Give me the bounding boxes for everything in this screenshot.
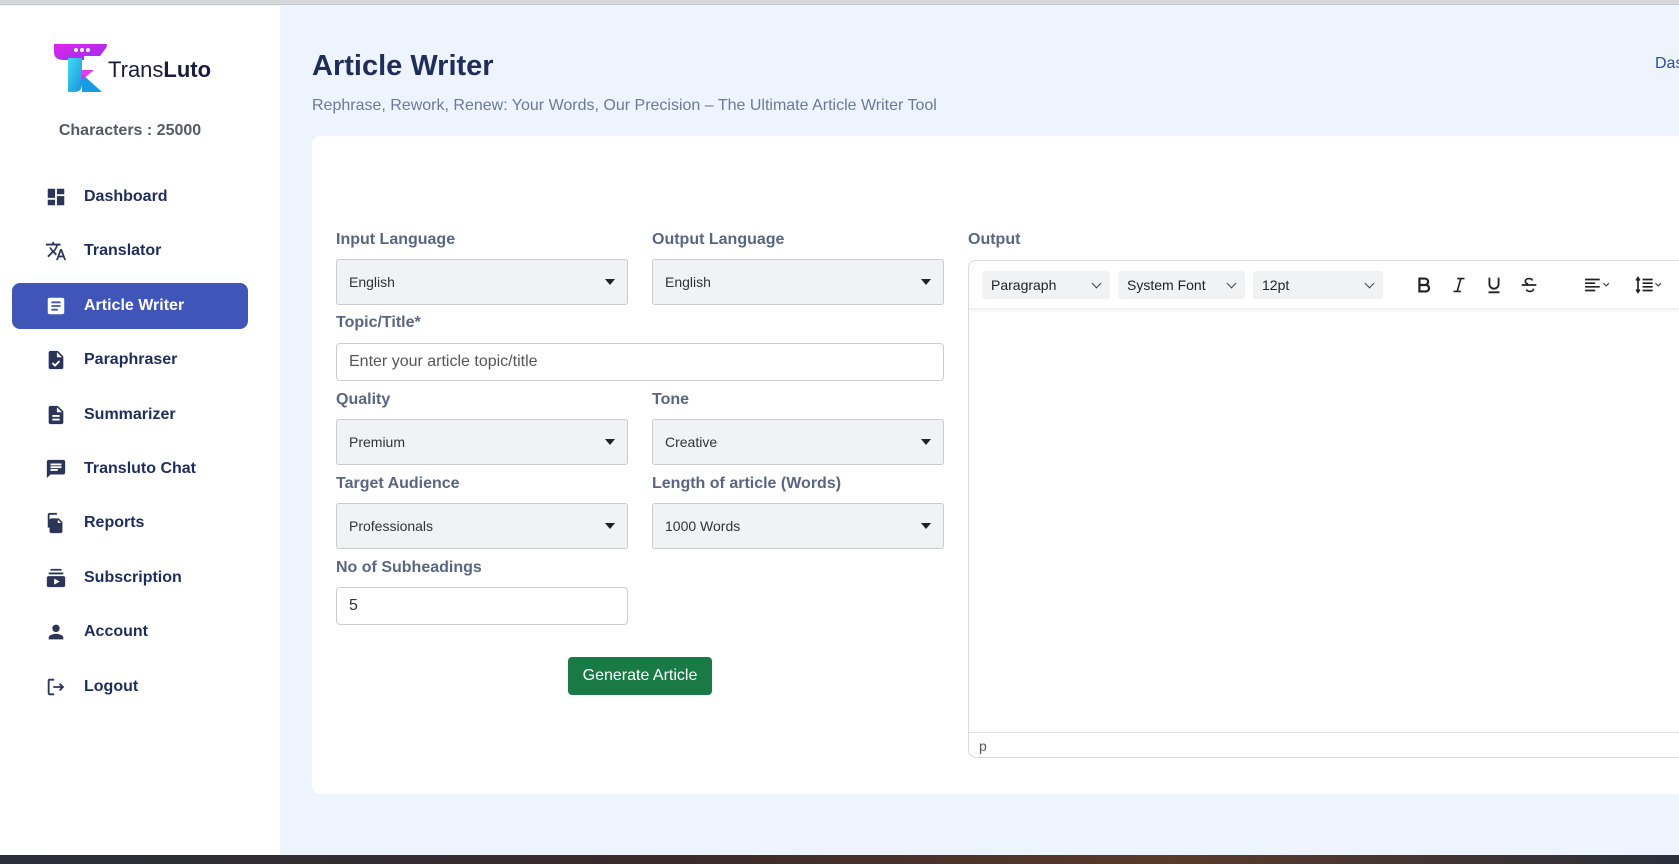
article-length-value: 1000 Words <box>665 518 741 534</box>
font-family-value: System Font <box>1127 277 1206 293</box>
font-size-select[interactable]: 12pt <box>1253 271 1383 299</box>
page-subtitle: Rephrase, Rework, Renew: Your Words, Our… <box>312 97 937 114</box>
caret-down-icon <box>605 279 615 285</box>
italic-button[interactable] <box>1444 271 1474 299</box>
generate-article-button[interactable]: Generate Article <box>568 657 712 695</box>
caret-down-icon <box>605 439 615 445</box>
sidebar-item-label: Translator <box>84 242 162 260</box>
document-check-icon <box>44 348 68 372</box>
align-button[interactable] <box>1577 271 1617 299</box>
quality-label: Quality <box>336 391 391 408</box>
sidebar-item-label: Article Writer <box>84 296 185 314</box>
strikethrough-button[interactable] <box>1514 271 1544 299</box>
sidebar: TransLuto Characters : 25000 Dashboard T… <box>0 6 280 855</box>
document-lines-icon <box>44 403 68 427</box>
font-family-select[interactable]: System Font <box>1118 271 1245 299</box>
window-bottom-edge <box>0 855 1679 864</box>
sidebar-nav: Dashboard Translator Article Writer Para… <box>12 174 248 718</box>
sidebar-item-logout[interactable]: Logout <box>12 664 248 710</box>
sidebar-item-label: Account <box>84 623 148 641</box>
sidebar-item-label: Transluto Chat <box>84 459 197 477</box>
output-editor: Paragraph System Font 12pt p <box>968 260 1679 758</box>
sidebar-item-label: Summarizer <box>84 405 176 423</box>
caret-down-icon <box>921 439 931 445</box>
sidebar-item-subscription[interactable]: Subscription <box>12 555 248 601</box>
chevron-down-icon <box>1091 278 1102 289</box>
output-label: Output <box>968 231 1021 248</box>
tone-label: Tone <box>652 391 690 408</box>
sidebar-item-translator[interactable]: Translator <box>12 228 248 274</box>
logo-mark-icon <box>54 44 107 92</box>
topic-input[interactable] <box>336 343 944 381</box>
caret-down-icon <box>605 523 615 529</box>
logout-icon <box>44 675 68 699</box>
topic-label: Topic/Title* <box>336 314 421 331</box>
output-language-label: Output Language <box>652 231 785 248</box>
block-format-select[interactable]: Paragraph <box>982 271 1110 299</box>
output-language-value: English <box>665 274 711 290</box>
sidebar-item-label: Paraphraser <box>84 351 178 369</box>
sidebar-item-label: Subscription <box>84 568 182 586</box>
chevron-down-icon <box>1226 278 1237 289</box>
editor-content-area[interactable] <box>969 310 1679 732</box>
sidebar-item-account[interactable]: Account <box>12 609 248 655</box>
quality-select[interactable]: Premium <box>336 419 628 465</box>
sidebar-item-label: Dashboard <box>84 188 168 205</box>
article-length-select[interactable]: 1000 Words <box>652 503 944 549</box>
font-size-value: 12pt <box>1262 277 1290 293</box>
quality-value: Premium <box>349 434 406 450</box>
element-path[interactable]: p <box>979 738 987 754</box>
chat-icon <box>44 457 68 481</box>
article-icon <box>44 294 68 318</box>
underline-icon <box>1488 277 1500 294</box>
target-audience-value: Professionals <box>349 518 434 534</box>
app-logo[interactable]: TransLuto <box>50 40 220 100</box>
line-height-icon <box>1635 276 1662 294</box>
page-title: Article Writer <box>312 50 494 82</box>
sidebar-item-paraphraser[interactable]: Paraphraser <box>12 337 248 383</box>
article-length-label: Length of article (Words) <box>652 475 842 492</box>
output-language-select[interactable]: English <box>652 259 944 305</box>
italic-icon <box>1453 277 1465 293</box>
caret-down-icon <box>921 279 931 285</box>
line-height-button[interactable] <box>1629 271 1669 299</box>
translate-icon <box>44 239 68 263</box>
subheadings-label: No of Subheadings <box>336 559 482 576</box>
input-language-value: English <box>349 274 395 290</box>
bold-icon <box>1418 277 1431 293</box>
bold-button[interactable] <box>1409 271 1439 299</box>
editor-statusbar: p <box>969 732 1679 757</box>
input-language-select[interactable]: English <box>336 259 628 305</box>
sidebar-item-dashboard[interactable]: Dashboard <box>12 174 248 220</box>
tone-value: Creative <box>665 434 718 450</box>
tone-select[interactable]: Creative <box>652 419 944 465</box>
underline-button[interactable] <box>1479 271 1509 299</box>
sidebar-item-transluto-chat[interactable]: Transluto Chat <box>12 446 248 492</box>
target-audience-select[interactable]: Professionals <box>336 503 628 549</box>
characters-count: Characters : 25000 <box>58 122 202 139</box>
subheadings-input[interactable] <box>336 587 628 625</box>
user-icon <box>44 620 68 644</box>
logo-text: TransLuto <box>108 57 212 82</box>
block-format-value: Paragraph <box>991 277 1057 293</box>
sidebar-item-label: Reports <box>84 514 145 532</box>
target-audience-label: Target Audience <box>336 475 460 492</box>
sidebar-item-reports[interactable]: Reports <box>12 500 248 546</box>
sidebar-item-article-writer[interactable]: Article Writer <box>12 282 248 329</box>
subscription-icon <box>44 566 68 590</box>
input-language-label: Input Language <box>336 231 456 248</box>
breadcrumb-dashboard-link[interactable]: Dashboard <box>1655 55 1679 73</box>
sidebar-item-label: Logout <box>84 677 139 695</box>
strikethrough-icon <box>1521 277 1537 293</box>
sidebar-item-summarizer[interactable]: Summarizer <box>12 392 248 438</box>
align-left-icon <box>1585 278 1610 292</box>
reports-icon <box>44 511 68 535</box>
window-top-edge <box>0 0 1679 5</box>
dashboard-icon <box>44 185 68 209</box>
chevron-down-icon <box>1364 278 1375 289</box>
editor-toolbar: Paragraph System Font 12pt <box>969 261 1679 309</box>
caret-down-icon <box>921 523 931 529</box>
